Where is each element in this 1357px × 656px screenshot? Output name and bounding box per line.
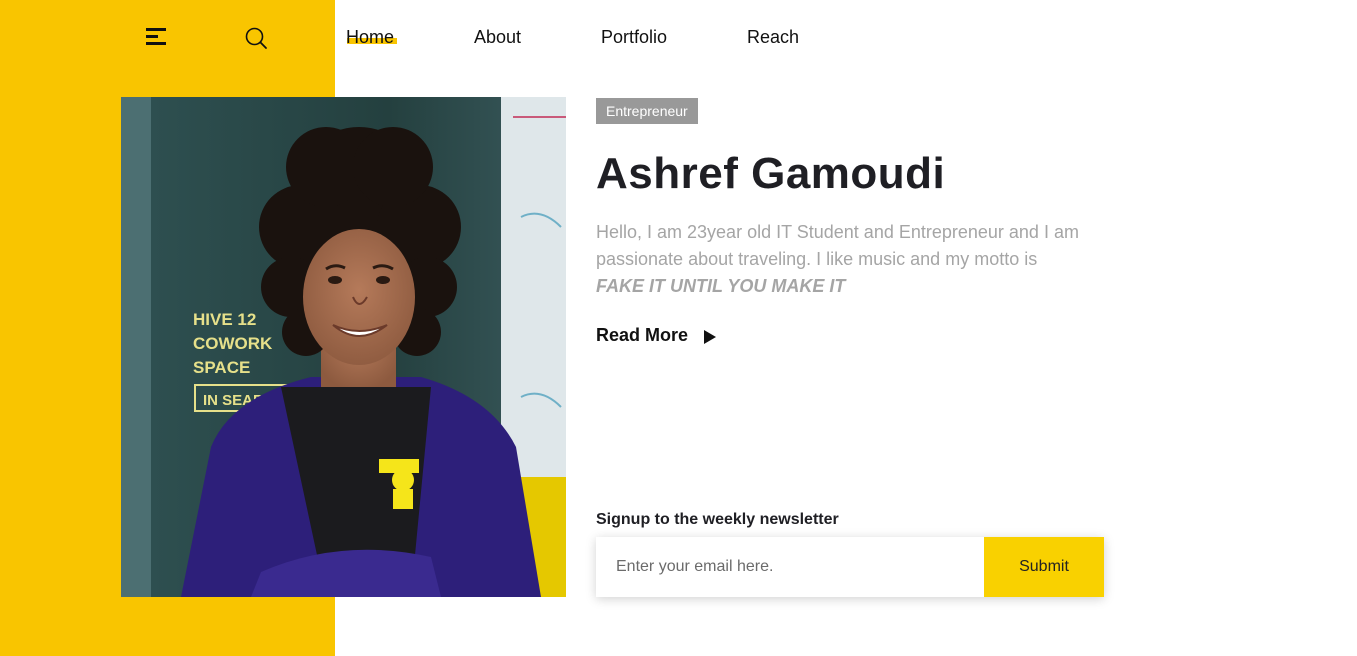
nav-home-link[interactable]: Home <box>346 26 394 48</box>
category-badge: Entrepreneur <box>596 98 698 124</box>
read-more-link[interactable]: Read More <box>596 325 688 346</box>
menu-line <box>146 28 166 31</box>
newsletter-form: Submit <box>596 537 1104 597</box>
play-arrow-icon[interactable] <box>703 329 717 345</box>
nav-portfolio-link[interactable]: Portfolio <box>601 26 667 48</box>
motto-text: FAKE IT UNTIL YOU MAKE IT <box>596 276 846 296</box>
menu-line <box>146 35 158 38</box>
search-icon[interactable] <box>244 26 268 50</box>
hamburger-menu-icon[interactable] <box>146 28 168 48</box>
nav-reach-link[interactable]: Reach <box>747 26 799 48</box>
menu-line <box>146 42 166 45</box>
photo-sign-text: HIVE 12 <box>193 310 256 329</box>
bio-text: Hello, I am 23year old IT Student and En… <box>596 219 1096 300</box>
profile-photo: HIVE 12 COWORK SPACE IN SEAR <box>121 97 566 597</box>
photo-sign-text: COWORK <box>193 334 273 353</box>
nav-about-link[interactable]: About <box>474 26 521 48</box>
page-title: Ashref Gamoudi <box>596 149 946 198</box>
bio-sentence: Hello, I am 23year old IT Student and En… <box>596 222 1079 269</box>
submit-button[interactable]: Submit <box>984 537 1104 597</box>
photo-sign-text: SPACE <box>193 358 250 377</box>
email-field[interactable] <box>596 537 984 597</box>
newsletter-label: Signup to the weekly newsletter <box>596 511 839 528</box>
